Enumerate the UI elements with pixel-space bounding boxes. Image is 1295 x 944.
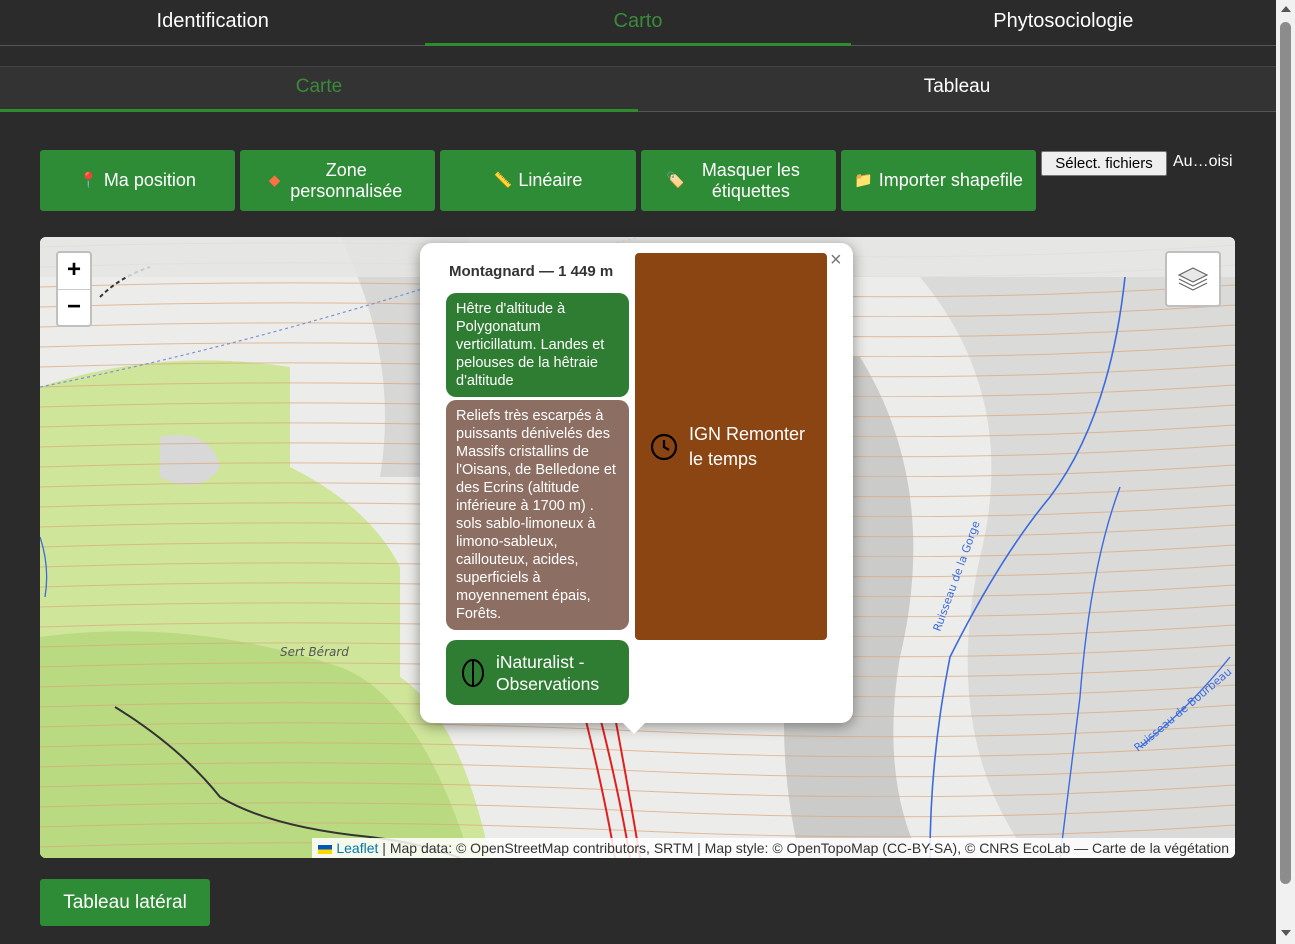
popup-close-button[interactable]: × [830, 249, 842, 272]
leaf-icon [462, 658, 484, 687]
layers-control[interactable] [1165, 251, 1221, 307]
zoom-in-button[interactable]: + [58, 253, 90, 290]
masquer-label: Masquer les étiquettes [701, 159, 800, 201]
ukraine-flag-icon [318, 844, 333, 854]
relief-text: Reliefs très escarpés à puissants dénive… [456, 408, 616, 622]
pin-icon: 📍 [79, 172, 98, 189]
diamond-icon: ◆ [268, 172, 281, 189]
sub-tabs: Carte Tableau [0, 66, 1276, 112]
clock-icon [650, 433, 678, 460]
scroll-up-arrow-icon[interactable] [1281, 6, 1291, 12]
ma-position-button[interactable]: 📍 Ma position [40, 150, 235, 211]
popup-tip [622, 722, 646, 734]
masquer-etiquettes-button[interactable]: 🏷️ Masquer les étiquettes [641, 150, 836, 211]
inaturalist-label: iNaturalist - Observations [496, 651, 600, 694]
tab-carto[interactable]: Carto [425, 0, 851, 46]
zoom-control: + − [56, 251, 92, 327]
habitat-text: Hêtre d'altitude à Polygonatum verticill… [456, 301, 605, 389]
scroll-down-arrow-icon[interactable] [1281, 930, 1291, 936]
inaturalist-button[interactable]: iNaturalist - Observations [446, 640, 629, 705]
ign-label: IGN Remonter le temps [689, 423, 806, 469]
file-status-text: Au…oisi [1173, 153, 1233, 170]
lineaire-button[interactable]: 📏 Linéaire [440, 150, 636, 211]
popup-title: Montagnard — 1 449 m [449, 263, 614, 280]
tab-carte[interactable]: Carte [0, 67, 638, 112]
ruler-icon: 📏 [493, 172, 513, 189]
importer-label: Importer shapefile [878, 170, 1023, 190]
scroll-thumb[interactable] [1280, 22, 1291, 884]
zoom-out-button[interactable]: − [58, 290, 90, 326]
file-select-button[interactable]: Sélect. fichiers [1041, 151, 1167, 176]
zone-personnalisee-button[interactable]: ◆ Zone personnalisée [240, 150, 435, 211]
tab-phytosociologie[interactable]: Phytosociologie [851, 0, 1276, 45]
ign-remonter-le-temps-button[interactable]: IGN Remonter le temps [635, 253, 827, 640]
main-tabs: Identification Carto Phytosociologie [0, 0, 1276, 46]
map-popup: × Montagnard — 1 449 m Hêtre d'altitude … [420, 243, 853, 723]
map-attribution: Leaflet | Map data: © OpenStreetMap cont… [312, 838, 1235, 858]
habitat-card: Hêtre d'altitude à Polygonatum verticill… [446, 293, 629, 397]
relief-card: Reliefs très escarpés à puissants dénive… [446, 400, 629, 630]
tab-identification[interactable]: Identification [0, 0, 425, 45]
attribution-text: | Map data: © OpenStreetMap contributors… [378, 840, 1229, 856]
ma-position-label: Ma position [103, 170, 196, 190]
place-label-sert-berard: Sert Bérard [280, 645, 349, 659]
folder-icon: 📁 [854, 172, 873, 189]
layers-icon [1177, 267, 1209, 291]
importer-shapefile-button[interactable]: 📁 Importer shapefile [841, 150, 1036, 211]
zone-label: Zone personnalisée [290, 159, 403, 201]
tab-tableau[interactable]: Tableau [638, 67, 1276, 111]
tag-icon: 🏷️ [666, 172, 685, 189]
lineaire-label: Linéaire [518, 170, 583, 190]
tableau-lateral-button[interactable]: Tableau latéral [40, 879, 210, 926]
page-scrollbar[interactable] [1276, 0, 1295, 944]
leaflet-link[interactable]: Leaflet [336, 840, 378, 856]
